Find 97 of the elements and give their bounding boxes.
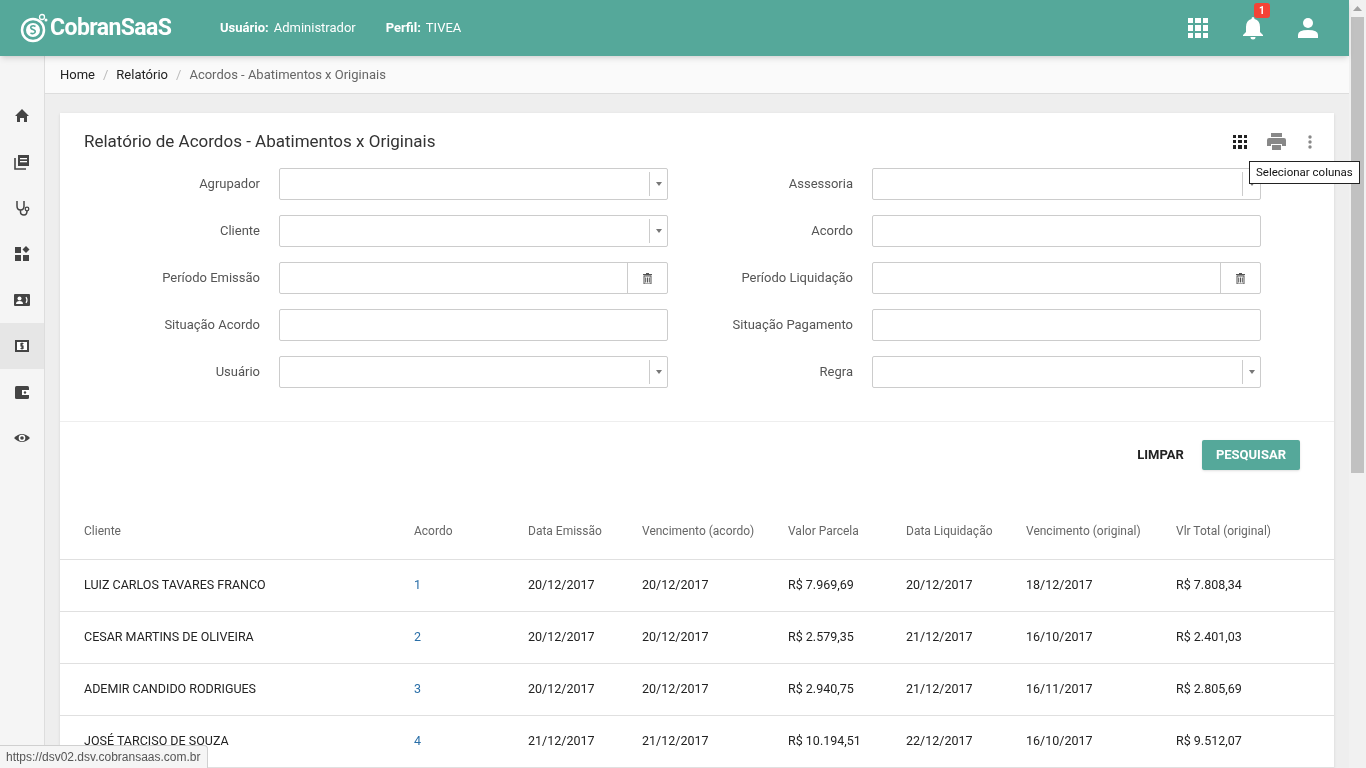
column-header[interactable]: Data Emissão bbox=[528, 503, 642, 559]
user-icon[interactable] bbox=[1298, 18, 1318, 38]
agreement-link[interactable]: 3 bbox=[414, 680, 422, 696]
table-cell: LUIZ CARLOS TAVARES FRANCO bbox=[84, 576, 266, 592]
money-icon bbox=[14, 338, 30, 354]
caret-icon bbox=[1248, 370, 1255, 374]
table-cell: 16/10/2017 bbox=[1026, 628, 1093, 644]
wallet-icon bbox=[14, 384, 30, 400]
table-cell: R$ 2.401,03 bbox=[1176, 628, 1242, 644]
column-header[interactable]: Vencimento (acordo) bbox=[642, 503, 788, 559]
user-label: Usuário: bbox=[220, 19, 269, 38]
table-cell: ADEMIR CANDIDO RODRIGUES bbox=[84, 680, 257, 696]
table-cell: 20/12/2017 bbox=[906, 576, 973, 592]
field-label: Cliente bbox=[219, 222, 261, 241]
table-cell: 20/12/2017 bbox=[642, 680, 709, 696]
column-header[interactable]: Data Liquidação bbox=[906, 503, 1026, 559]
tooltip: Selecionar colunas bbox=[1249, 161, 1360, 185]
table-cell: 21/12/2017 bbox=[642, 732, 709, 748]
table-cell: 20/12/2017 bbox=[528, 576, 595, 592]
more-options-icon[interactable] bbox=[1308, 134, 1312, 149]
field-label: Assessoria bbox=[787, 175, 854, 194]
table-cell: 20/12/2017 bbox=[528, 628, 595, 644]
select-field[interactable] bbox=[279, 168, 668, 200]
table-cell: R$ 7.969,69 bbox=[788, 576, 854, 592]
table-cell: R$ 2.940,75 bbox=[788, 680, 854, 696]
column-header[interactable]: Vlr Total (original) bbox=[1176, 503, 1334, 559]
print-icon[interactable] bbox=[1267, 133, 1286, 150]
stethoscope-icon bbox=[14, 200, 30, 216]
table-cell: 20/12/2017 bbox=[528, 680, 595, 696]
table-cell: 21/12/2017 bbox=[906, 628, 973, 644]
column-header[interactable]: Valor Parcela bbox=[788, 503, 906, 559]
sidebar-item[interactable] bbox=[0, 323, 44, 369]
card-title: Relatório de Acordos - Abatimentos x Originais bbox=[84, 129, 437, 153]
field-label: Situação Pagamento bbox=[731, 316, 854, 335]
caret-icon bbox=[655, 229, 662, 233]
widgets-icon bbox=[14, 246, 30, 262]
table-cell: R$ 2.805,69 bbox=[1176, 680, 1242, 696]
field-label: Período Emissão bbox=[161, 269, 261, 288]
breadcrumb-separator: / bbox=[176, 65, 182, 84]
date-range-field[interactable] bbox=[872, 262, 1261, 294]
field-label: Situação Acordo bbox=[163, 316, 261, 335]
apps-icon[interactable] bbox=[1188, 18, 1208, 38]
table-cell: R$ 9.512,07 bbox=[1176, 732, 1242, 748]
caret-icon bbox=[655, 182, 662, 186]
breadcrumb-current: Acordos - Abatimentos x Originais bbox=[189, 65, 386, 84]
table-cell: R$ 7.808,34 bbox=[1176, 576, 1242, 592]
scroll-thumb[interactable] bbox=[1351, 17, 1364, 473]
field-label: Período Liquidação bbox=[740, 269, 854, 288]
coin-logo-icon bbox=[20, 13, 48, 43]
profile-name: TIVEA bbox=[425, 19, 462, 38]
book-stack-icon bbox=[14, 154, 30, 170]
column-header[interactable]: Cliente bbox=[60, 503, 414, 559]
caret-icon bbox=[655, 370, 662, 374]
table-cell: 21/12/2017 bbox=[528, 732, 595, 748]
table-cell: 22/12/2017 bbox=[906, 732, 973, 748]
brand-name: CobranSaaS bbox=[50, 12, 172, 43]
agreement-link[interactable]: 4 bbox=[414, 732, 422, 748]
table-cell: CESAR MARTINS DE OLIVEIRA bbox=[84, 628, 254, 644]
table-cell: JOSÉ TARCISO DE SOUZA bbox=[84, 732, 229, 748]
trash-icon[interactable] bbox=[643, 272, 652, 284]
table-cell: R$ 2.579,35 bbox=[788, 628, 854, 644]
table-cell: R$ 10.194,51 bbox=[788, 732, 861, 748]
agreement-link[interactable]: 1 bbox=[414, 576, 422, 592]
text-field[interactable] bbox=[279, 309, 668, 341]
home-icon bbox=[14, 108, 30, 124]
table-cell: 16/11/2017 bbox=[1026, 680, 1093, 696]
notifications-icon[interactable] bbox=[1242, 16, 1264, 40]
table-cell: 20/12/2017 bbox=[642, 576, 709, 592]
notification-badge: 1 bbox=[1254, 3, 1270, 18]
columns-icon[interactable] bbox=[1233, 134, 1247, 149]
field-label: Agrupador bbox=[198, 175, 261, 194]
field-label: Regra bbox=[818, 363, 854, 382]
agreement-link[interactable]: 2 bbox=[414, 628, 422, 644]
field-label: Usuário bbox=[214, 363, 261, 382]
breadcrumb-link[interactable]: Home bbox=[60, 64, 95, 85]
text-field[interactable] bbox=[872, 309, 1261, 341]
table-cell: 20/12/2017 bbox=[642, 628, 709, 644]
column-header[interactable]: Vencimento (original) bbox=[1026, 503, 1176, 559]
table-cell: 21/12/2017 bbox=[906, 680, 973, 696]
column-header[interactable]: Acordo bbox=[414, 503, 528, 559]
user-name: Administrador bbox=[273, 19, 356, 38]
select-field[interactable] bbox=[279, 215, 668, 247]
field-label: Acordo bbox=[810, 222, 854, 241]
table-cell: 16/10/2017 bbox=[1026, 732, 1093, 748]
trash-icon[interactable] bbox=[1236, 272, 1245, 284]
text-field[interactable] bbox=[872, 215, 1261, 247]
breadcrumb-separator: / bbox=[103, 65, 109, 84]
select-field[interactable] bbox=[872, 356, 1261, 388]
profile-label: Perfil: bbox=[385, 19, 421, 38]
scroll-up-icon[interactable] bbox=[1353, 6, 1362, 11]
table-cell: 18/12/2017 bbox=[1026, 576, 1093, 592]
select-field[interactable] bbox=[279, 356, 668, 388]
breadcrumb-link[interactable]: Relatório bbox=[116, 64, 169, 85]
contact-card-icon bbox=[14, 292, 30, 308]
date-range-field[interactable] bbox=[279, 262, 668, 294]
status-url: https://dsv02.dsv.cobransaas.com.br bbox=[0, 745, 208, 768]
clear-button[interactable]: LIMPAR bbox=[1129, 440, 1192, 470]
